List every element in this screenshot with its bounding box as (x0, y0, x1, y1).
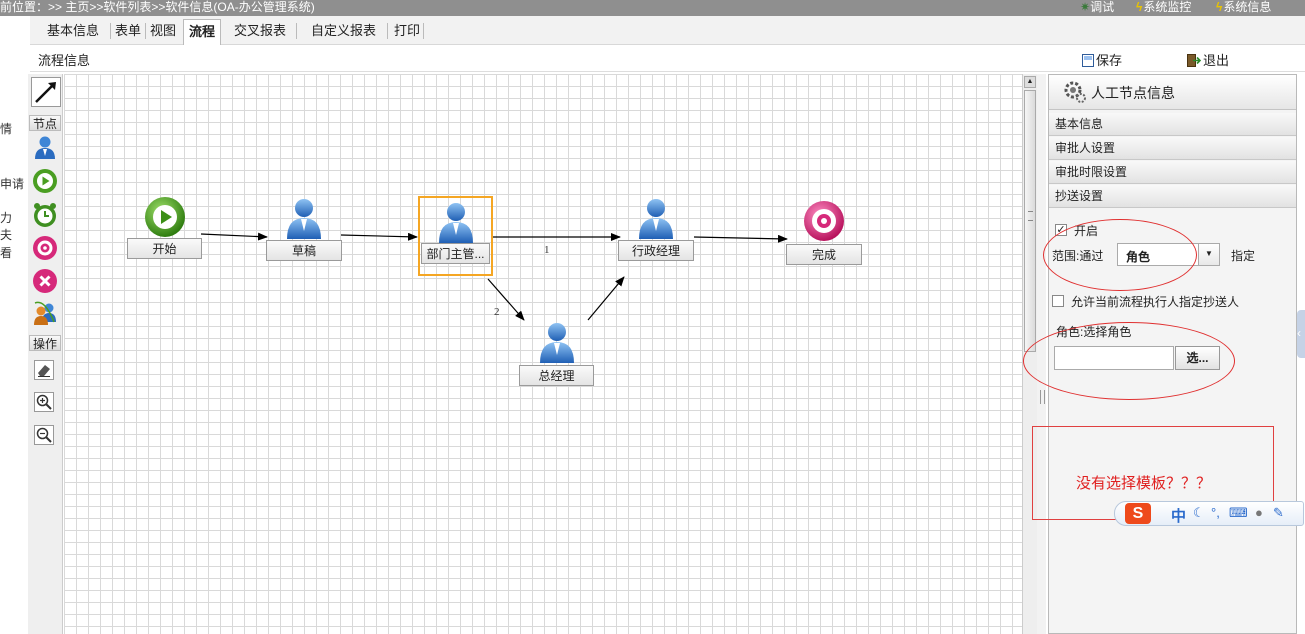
tab-print[interactable]: 打印 (389, 20, 425, 42)
edge-gm-admin (587, 276, 625, 321)
allow-cc-label: 允许当前流程执行人指定抄送人 (1071, 295, 1240, 309)
start-node-icon (144, 197, 185, 237)
left-nav-strip: 情 申请 力 夫 看 (0, 16, 30, 634)
flow-node-label: 草稿 (266, 240, 342, 261)
tab-bar: 基本信息 表单 视图 流程 交叉报表 自定义报表 打印 (30, 16, 1305, 45)
flow-node-done[interactable]: 完成 (786, 198, 862, 266)
flow-node-label: 部门主管... (421, 243, 490, 264)
edge-label: 1 (544, 244, 550, 256)
save-icon (1082, 54, 1094, 67)
panel-header: 人工节点信息 (1049, 75, 1296, 110)
gear-icon: ✷ (1080, 0, 1091, 14)
panel-title: 人工节点信息 (1091, 85, 1175, 101)
edge-label: 2 (494, 306, 500, 318)
tab-custom-report[interactable]: 自定义报表 (306, 20, 381, 42)
user-node-icon (438, 203, 473, 243)
user-node-icon (539, 323, 574, 363)
chevron-down-icon: ▼ (1198, 244, 1219, 265)
user-node-icon (639, 199, 673, 239)
gear-icon (1064, 81, 1086, 103)
wrench-icon[interactable]: ✎ (1273, 505, 1284, 521)
breadcrumb: 前位置：>> 主页>>软件列表>>软件信息(OA-办公管理系统) (0, 0, 315, 14)
annotation-ellipse (1043, 219, 1197, 291)
section-approver-settings[interactable]: 审批人设置 (1049, 137, 1296, 160)
flow-canvas[interactable]: 1 2 开始 草稿 部门主管... 行政经理 完成 总经理 (64, 74, 1022, 634)
lightning-icon: ϟ (1216, 0, 1223, 14)
pointer-arrow-icon[interactable] (31, 77, 61, 107)
tab-divider (387, 23, 388, 39)
chevron-left-icon: ‹ (1297, 326, 1301, 340)
scroll-up-icon[interactable]: ▲ (1024, 76, 1036, 88)
user-node-icon[interactable] (32, 134, 58, 160)
tab-basic-info[interactable]: 基本信息 (42, 20, 104, 42)
section-cc-settings[interactable]: 抄送设置 (1049, 185, 1296, 208)
annotation-ellipse (1023, 322, 1235, 400)
left-nav-text[interactable]: 力 (0, 209, 12, 226)
flow-node-draft[interactable]: 草稿 (266, 194, 342, 262)
lightning-icon: ϟ (1136, 0, 1143, 14)
toplink-debug[interactable]: ✷调试 (1080, 0, 1114, 15)
edge-start-draft (200, 232, 268, 241)
section-time-limit-settings[interactable]: 审批时限设置 (1049, 161, 1296, 184)
moon-icon[interactable]: ☾ (1193, 505, 1205, 521)
top-bar: 前位置：>> 主页>>软件列表>>软件信息(OA-办公管理系统) ✷调试 ϟ系统… (0, 0, 1305, 16)
tab-flow[interactable]: 流程 (183, 19, 222, 45)
scroll-thumb[interactable] (1024, 90, 1036, 352)
timer-node-icon[interactable] (32, 202, 58, 228)
left-nav-text[interactable]: 看 (0, 244, 12, 261)
left-nav-text[interactable]: 申请 (0, 175, 24, 192)
allow-cc-checkbox[interactable] (1052, 295, 1064, 307)
keyboard-icon[interactable]: ⌨ (1229, 505, 1248, 521)
flow-node-dept-manager[interactable]: 部门主管... (418, 196, 493, 276)
toplink-sysinfo[interactable]: ϟ系统信息 (1216, 0, 1271, 15)
tab-form[interactable]: 表单 (110, 20, 146, 42)
flow-node-label: 开始 (127, 238, 202, 259)
user-icon[interactable]: ● (1255, 505, 1263, 520)
save-button[interactable]: 保存 (1082, 50, 1122, 69)
flow-node-label: 总经理 (519, 365, 594, 386)
ime-mode-toggle[interactable]: 中 (1171, 505, 1186, 526)
collapse-panel-tab[interactable]: ‹ (1297, 310, 1305, 358)
annotation-text: 没有选择模板？？？ (1076, 475, 1212, 492)
left-nav-text[interactable]: 情 (0, 120, 12, 137)
zoom-in-icon[interactable] (34, 392, 54, 412)
scope-suffix: 指定 (1231, 249, 1256, 263)
flow-info-title: 流程信息 (38, 53, 91, 68)
toolbar: 流程信息 保存 退出 (30, 45, 1305, 72)
group-node-icon[interactable] (32, 300, 58, 326)
ime-toolbar[interactable]: S 中 ☾ °, ⌨ ● ✎ (1114, 501, 1304, 526)
eraser-icon[interactable] (34, 360, 54, 380)
flow-node-admin-manager[interactable]: 行政经理 (618, 194, 694, 262)
end-node-icon[interactable] (32, 235, 58, 261)
edge-draft-dept (340, 232, 418, 241)
exit-icon (1187, 54, 1201, 67)
node-palette: 节点 操作 (28, 74, 63, 634)
tab-divider (423, 23, 424, 39)
exit-button[interactable]: 退出 (1187, 50, 1229, 69)
left-nav-text[interactable]: 夫 (0, 226, 12, 243)
flow-node-general-manager[interactable]: 总经理 (519, 320, 594, 388)
flow-node-label: 完成 (786, 244, 862, 265)
section-basic-info[interactable]: 基本信息 (1049, 113, 1296, 136)
sogou-logo-icon: S (1125, 503, 1151, 524)
zoom-out-icon[interactable] (34, 425, 54, 445)
punctuation-icon[interactable]: °, (1211, 505, 1220, 520)
tab-cross-report[interactable]: 交叉报表 (229, 20, 291, 42)
palette-nodes-header: 节点 (29, 115, 61, 131)
edge-admin-done (693, 234, 788, 243)
toplink-monitor[interactable]: ϟ系统监控 (1136, 0, 1191, 15)
tab-view[interactable]: 视图 (145, 20, 181, 42)
tab-divider (296, 23, 297, 39)
cancel-node-icon[interactable] (32, 268, 58, 294)
palette-ops-header: 操作 (29, 335, 61, 351)
end-node-icon (804, 201, 844, 241)
user-node-icon (287, 199, 321, 239)
start-node-icon[interactable] (32, 168, 58, 194)
flow-node-start[interactable]: 开始 (127, 194, 202, 262)
flow-node-label: 行政经理 (618, 240, 694, 261)
